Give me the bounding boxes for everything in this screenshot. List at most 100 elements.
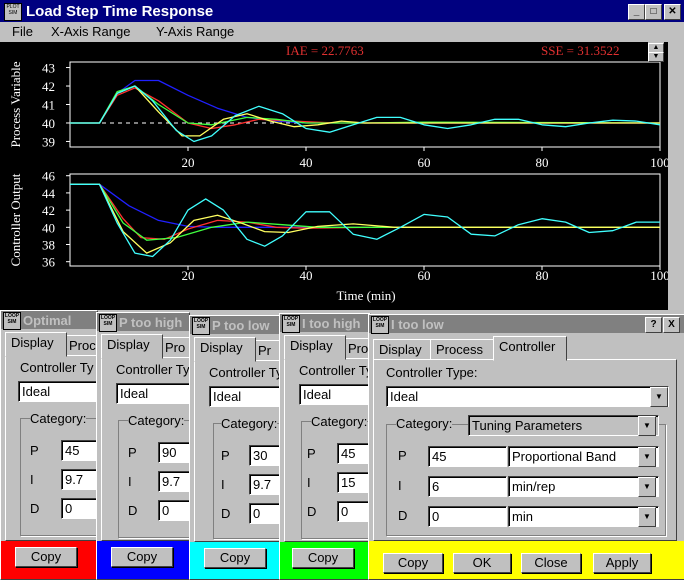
y-tick-label: 40 [42, 116, 55, 131]
d-field[interactable]: 0 [249, 503, 280, 524]
tab-process[interactable]: Process [430, 339, 501, 361]
i-unit-select[interactable]: min/rep [508, 476, 659, 497]
dialog-title-bar[interactable]: LOOP SIM I too low ? X [369, 315, 684, 334]
d-field[interactable]: 0 [158, 500, 189, 521]
chevron-down-icon[interactable]: ▼ [638, 477, 656, 497]
tab-display[interactable]: Display [194, 337, 256, 362]
p-field[interactable]: 90 [158, 442, 189, 463]
series-line-1-0 [70, 183, 660, 228]
i-label: I [128, 474, 132, 489]
tab-display[interactable]: Display [5, 332, 67, 357]
copy-button[interactable]: Copy [15, 547, 77, 567]
tab-process[interactable]: Pro [342, 338, 370, 360]
d-field[interactable]: 0 [337, 501, 370, 522]
copy-button[interactable]: Copy [383, 553, 443, 573]
y-axis-label-0: Process Variable [8, 61, 23, 147]
y-tick-label: 42 [42, 79, 55, 94]
tab-controller[interactable]: Controller [493, 336, 567, 361]
controller-type-select[interactable]: Ideal [299, 384, 370, 405]
iae-readout: IAE = 22.7763 [286, 43, 364, 58]
p-unit-select[interactable]: Proportional Band [508, 446, 659, 467]
maximize-icon[interactable]: □ [645, 4, 662, 20]
copy-button[interactable]: Copy [204, 548, 266, 568]
minimize-icon[interactable]: _ [628, 4, 645, 20]
apply-button[interactable]: Apply [593, 553, 651, 573]
y-axis-label-1: Controller Output [8, 173, 23, 266]
chevron-down-icon[interactable]: ▼ [638, 416, 656, 436]
x-tick-label: 60 [418, 268, 431, 283]
p-field[interactable]: 30 [249, 445, 280, 466]
x-axis-label: Time (min) [336, 288, 395, 303]
dialog-title-bar[interactable]: LOOP SIM I too high [280, 314, 370, 333]
y-tick-label: 40 [42, 220, 55, 235]
category-select[interactable]: Tuning Parameters [468, 415, 659, 436]
chevron-down-icon[interactable]: ▼ [638, 447, 656, 467]
tab-display[interactable]: Display [284, 335, 346, 360]
copy-button[interactable]: Copy [111, 547, 173, 567]
i-label: I [221, 477, 225, 492]
tab-process[interactable]: Pro [159, 337, 189, 359]
main-window: PLOT SIM Load Step Time Response _ □ ✕ F… [0, 0, 684, 310]
chevron-down-icon[interactable]: ▼ [650, 387, 668, 407]
p-field[interactable]: 45 [428, 446, 507, 467]
copy-button[interactable]: Copy [292, 548, 354, 568]
menu-y-axis-range[interactable]: Y-Axis Range [156, 24, 234, 39]
series-line-0-2 [70, 85, 661, 126]
tab-process[interactable]: Pr [252, 340, 280, 362]
close-icon[interactable]: ✕ [664, 4, 681, 20]
controller-type-select[interactable]: Ideal [209, 386, 280, 407]
scroll-spinner[interactable]: ▲ ▼ [648, 42, 664, 62]
i-field[interactable]: 15 [337, 472, 370, 493]
spin-down-icon[interactable]: ▼ [648, 52, 664, 62]
p-label: P [128, 445, 137, 460]
dialog-title-bar[interactable]: LOOP SIM P too low [190, 316, 280, 335]
i-field[interactable]: 9.7 [61, 469, 97, 490]
color-bar: Copy [1, 541, 97, 579]
i-field[interactable]: 9.7 [158, 471, 189, 492]
p-field[interactable]: 45 [337, 443, 370, 464]
d-label: D [128, 503, 138, 518]
close-button[interactable]: Close [521, 553, 581, 573]
controller-type-label: Controller Ty [299, 363, 371, 378]
i-field[interactable]: 9.7 [249, 474, 280, 495]
controller-type-select[interactable]: Ideal [386, 386, 669, 407]
ok-button[interactable]: OK [453, 553, 511, 573]
dialog-title-bar[interactable]: LOOP SIM Optimal [1, 311, 97, 330]
tab-process[interactable]: Proc [63, 335, 97, 357]
app-icon[interactable]: PLOT SIM [4, 3, 22, 21]
dialog-i-too-high: LOOP SIM I too high Display Pro Controll… [279, 313, 371, 580]
loop-sim-icon: LOOP SIM [282, 315, 300, 333]
controller-type-select[interactable]: Ideal [116, 383, 189, 404]
dialog-title-bar[interactable]: LOOP SIM P too high [97, 313, 189, 332]
plot-svg: IAE = 22.7763 SSE = 31.3522 Time (min) Proc… [8, 43, 670, 303]
controller-type-label: Controller Ty [116, 362, 190, 377]
p-label: P [398, 448, 407, 463]
title-bar[interactable]: PLOT SIM Load Step Time Response _ □ ✕ [0, 0, 684, 22]
help-icon[interactable]: ? [645, 317, 662, 333]
tab-panel: Controller Ty Ideal Category: P 90 I 9.7… [101, 357, 190, 541]
d-field[interactable]: 0 [428, 506, 507, 527]
window-title: Load Step Time Response [26, 3, 214, 20]
close-icon[interactable]: X [663, 317, 680, 333]
chevron-down-icon[interactable]: ▼ [638, 507, 656, 527]
x-tick-label: 80 [536, 268, 549, 283]
dialog-i-too-low: LOOP SIM I too low ? X Display Process C… [368, 314, 684, 580]
p-label: P [30, 443, 39, 458]
p-field[interactable]: 45 [61, 440, 97, 461]
series-line-0-0 [70, 79, 660, 124]
y-tick-label: 36 [42, 255, 56, 270]
loop-sim-icon: LOOP SIM [3, 312, 21, 330]
menu-file[interactable]: File [12, 24, 33, 39]
tab-display[interactable]: Display [101, 334, 163, 359]
controller-type-label: Controller Type: [386, 365, 478, 380]
x-tick-label: 60 [418, 155, 431, 170]
tab-display[interactable]: Display [373, 339, 435, 361]
series-line-1-1 [70, 183, 660, 240]
menu-x-axis-range[interactable]: X-Axis Range [51, 24, 130, 39]
d-field[interactable]: 0 [61, 498, 97, 519]
i-field[interactable]: 6 [428, 476, 507, 497]
d-unit-select[interactable]: min [508, 506, 659, 527]
color-bar: Copy OK Close Apply [369, 541, 684, 579]
dialog-title: P too low [212, 318, 270, 333]
controller-type-select[interactable]: Ideal [18, 381, 97, 402]
